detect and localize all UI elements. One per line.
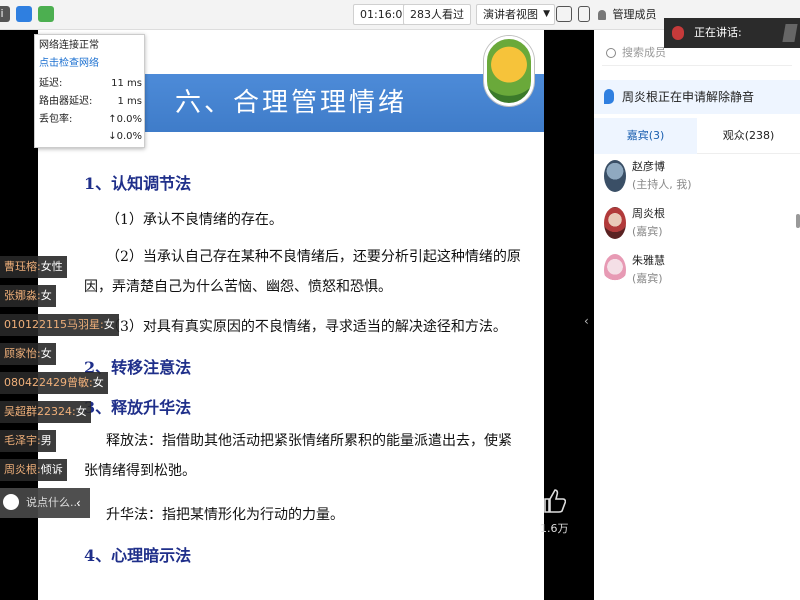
router-latency-row: 路由器延迟: 1 ms: [39, 96, 142, 107]
drag-corner-icon: [782, 24, 798, 42]
person-icon: [598, 10, 606, 20]
emoji-icon[interactable]: [3, 494, 19, 510]
collapse-chat-icon[interactable]: ‹: [76, 488, 81, 518]
viewers-count[interactable]: 283人看过: [403, 4, 471, 25]
search-placeholder: 搜索成员: [622, 46, 666, 59]
panel-scroll-handle[interactable]: [796, 214, 800, 228]
fullscreen-icon[interactable]: [556, 6, 572, 22]
slide-heading-1: 1、认知调节法: [84, 174, 192, 193]
info-icon[interactable]: i: [0, 6, 10, 22]
layout-icon[interactable]: [578, 6, 590, 22]
like-count: 1.6万: [540, 522, 569, 535]
search-icon: [606, 48, 616, 58]
manage-members-button[interactable]: 管理成员: [598, 4, 657, 25]
member-role: (嘉宾): [632, 272, 663, 285]
slide-heading-3: 3、释放升华法: [84, 398, 192, 417]
member-name: 赵彦博: [632, 160, 665, 173]
tab-audience[interactable]: 观众(238): [697, 118, 800, 154]
network-status-popup: 网络连接正常 点击检查网络 延迟: 11 ms 路由器延迟: 1 ms 丢包率: ↑0…: [34, 34, 145, 148]
member-row[interactable]: 赵彦博 (主持人, 我): [604, 158, 794, 194]
member-role: (主持人, 我): [632, 178, 692, 191]
speaking-label: 正在讲话:: [694, 26, 742, 39]
chat-message: 顾家怡:女: [0, 343, 56, 365]
tab-guests[interactable]: 嘉宾(3): [594, 118, 697, 154]
slide-paragraph-3: （3）对具有真实原因的不良情绪，寻求适当的解决途径和方法。: [106, 319, 507, 335]
packet-loss-row: 丢包率: ↑0.0%: [39, 114, 142, 125]
manage-members-label: 管理成员: [612, 8, 657, 21]
slide-paragraph-5: 升华法：指把某情形化为行动的力量。: [106, 507, 344, 523]
check-network-link[interactable]: 点击检查网络: [39, 56, 142, 72]
chat-message: 吴超群22324:女: [0, 401, 91, 423]
latency-row: 延迟: 11 ms: [39, 78, 142, 89]
expand-panel-icon[interactable]: ‹: [584, 314, 589, 328]
view-mode-label: 演讲者视图: [483, 8, 538, 21]
chat-message: 曹珏榕:女性: [0, 256, 67, 278]
chevron-down-icon: ▼: [543, 9, 550, 19]
slide-heading-4: 4、心理暗示法: [84, 546, 192, 565]
chat-message: 毛泽宇:男: [0, 430, 56, 452]
slide-paragraph-4: 释放法：指借助其他活动把紧张情绪所累积的能量派遣出去，使紧张情绪得到松弛。: [84, 433, 512, 479]
chat-input[interactable]: 说点什么... ‹: [0, 488, 90, 518]
member-name: 周炎根: [632, 207, 665, 220]
thumbs-up-icon[interactable]: [542, 488, 566, 514]
member-panel: 搜索成员 周炎根正在申请解除静音 嘉宾(3) 观众(238) 赵彦博 (主持人,…: [594, 30, 800, 600]
location-pin-icon: [604, 89, 614, 104]
signal-icon[interactable]: [38, 6, 54, 22]
chat-message: 张娜淼:女: [0, 285, 56, 307]
view-mode-dropdown[interactable]: 演讲者视图 ▼: [476, 4, 555, 25]
packet-loss-down-row: ↓0.0%: [108, 131, 142, 142]
mic-muted-icon: [672, 26, 684, 40]
avatar: [604, 254, 626, 286]
member-row[interactable]: 朱雅慧 (嘉宾): [604, 252, 794, 288]
shield-icon[interactable]: [16, 6, 32, 22]
member-role: (嘉宾): [632, 225, 663, 238]
slide-paragraph-2: （2）当承认自己存在某种不良情绪后，还要分析引起这种情绪的原因，弄清楚自己为什么…: [84, 249, 521, 295]
avatar: [604, 207, 626, 239]
unmute-request-notice[interactable]: 周炎根正在申请解除静音: [594, 80, 800, 114]
member-name: 朱雅慧: [632, 254, 665, 267]
slide-logo: [484, 36, 534, 106]
notice-text: 周炎根正在申请解除静音: [622, 90, 755, 104]
chat-message: 周炎根:倾诉: [0, 459, 67, 481]
slide-paragraph-1: （1）承认不良情绪的存在。: [106, 212, 283, 228]
member-row[interactable]: 周炎根 (嘉宾): [604, 205, 794, 241]
chat-message: 080422429曾敏:女: [0, 372, 108, 394]
chat-message: 010122115马羽星:女: [0, 314, 119, 336]
speaking-indicator: 正在讲话:: [664, 18, 800, 48]
member-tabs: 嘉宾(3) 观众(238): [594, 118, 800, 154]
network-status: 网络连接正常: [39, 40, 99, 51]
chat-input-placeholder: 说点什么...: [26, 496, 81, 509]
avatar: [604, 160, 626, 192]
